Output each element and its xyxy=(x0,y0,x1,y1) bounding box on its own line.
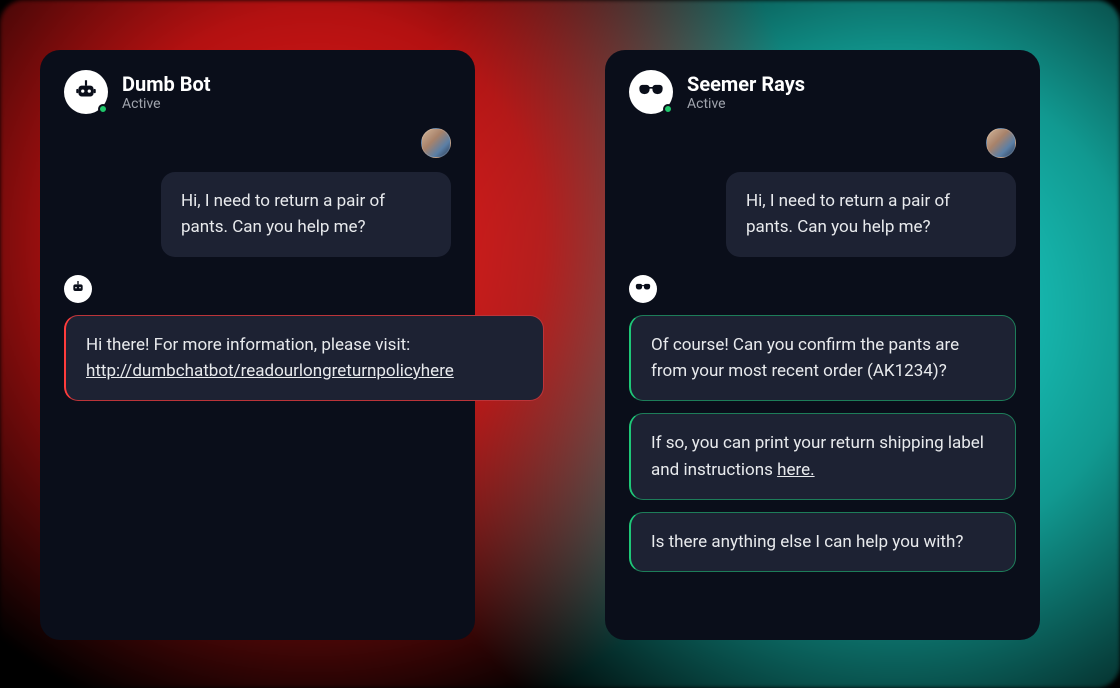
bot-message-2: If so, you can print your return shippin… xyxy=(629,413,1016,500)
comparison-container: Dumb Bot Active Hi, I need to return a p… xyxy=(0,0,1120,640)
status-indicator xyxy=(663,104,673,114)
bot-avatar-small xyxy=(629,275,657,303)
bot-status: Active xyxy=(687,96,805,112)
bot-message-bad: Hi there! For more information, please v… xyxy=(64,315,544,402)
sunglasses-icon xyxy=(638,77,664,107)
bot-name: Dumb Bot xyxy=(122,72,211,96)
bot-name: Seemer Rays xyxy=(687,72,805,96)
shipping-label-link[interactable]: here. xyxy=(777,460,814,480)
bot-avatar-wrap xyxy=(629,70,673,114)
bot-title-block: Seemer Rays Active xyxy=(687,72,805,112)
robot-icon xyxy=(73,77,99,107)
bot-text: Hi there! For more information, please v… xyxy=(86,335,410,355)
status-indicator xyxy=(98,104,108,114)
bot-message-3: Is there anything else I can help you wi… xyxy=(629,512,1016,572)
user-avatar xyxy=(421,128,451,158)
chat-panel-seemer-rays: Seemer Rays Active Hi, I need to return … xyxy=(605,50,1040,640)
user-message: Hi, I need to return a pair of pants. Ca… xyxy=(161,172,451,257)
bot-avatar-small xyxy=(64,275,92,303)
user-message: Hi, I need to return a pair of pants. Ca… xyxy=(726,172,1016,257)
sunglasses-icon xyxy=(635,279,651,299)
bot-status: Active xyxy=(122,96,211,112)
bot-avatar-wrap xyxy=(64,70,108,114)
panel-header: Seemer Rays Active xyxy=(629,70,1016,114)
policy-link[interactable]: http://dumbchatbot/readourlongreturnpoli… xyxy=(86,361,454,381)
bot-message-1: Of course! Can you confirm the pants are… xyxy=(629,315,1016,402)
chat-panel-dumb-bot: Dumb Bot Active Hi, I need to return a p… xyxy=(40,50,475,640)
bot-title-block: Dumb Bot Active xyxy=(122,72,211,112)
bot-message-2-text: If so, you can print your return shippin… xyxy=(651,433,984,479)
user-avatar xyxy=(986,128,1016,158)
robot-icon xyxy=(70,279,86,299)
panel-header: Dumb Bot Active xyxy=(64,70,451,114)
